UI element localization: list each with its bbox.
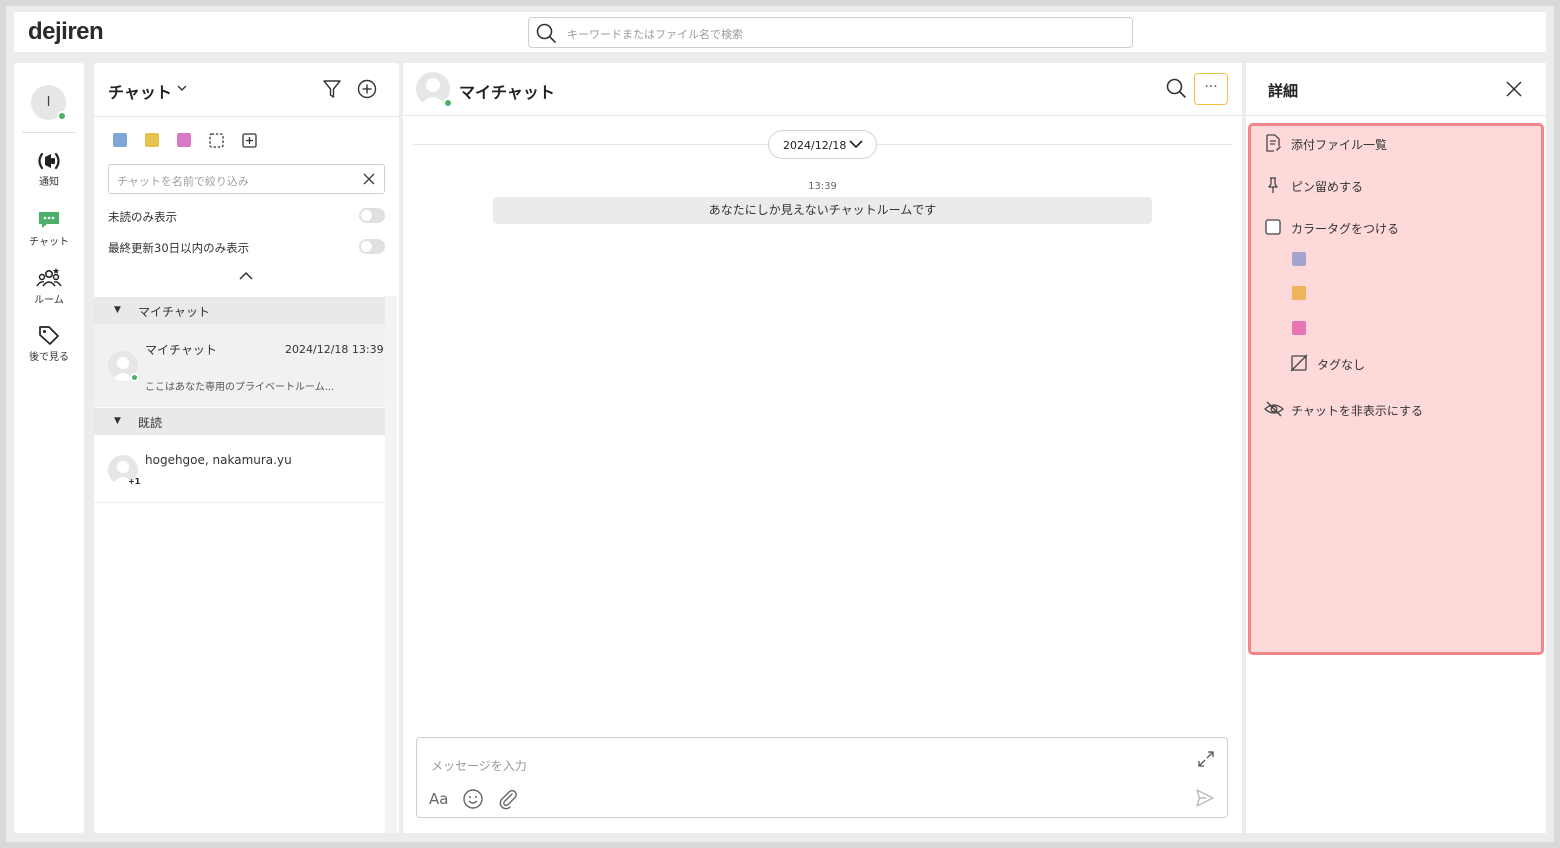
chat-room-title: マイチャット: [459, 83, 555, 102]
chat-list-title[interactable]: チャット: [108, 79, 172, 103]
broadcast-icon: [38, 152, 60, 170]
chat-list-item[interactable]: マイチャット 2024/12/18 13:39 ここはあなた専用のプライベートル…: [94, 324, 385, 407]
toggle-row-unread: 未読のみ表示: [108, 206, 385, 226]
file-list-icon: [1266, 134, 1281, 152]
hide-chat-label: チャットを非表示にする: [1291, 404, 1424, 418]
nav-rail: I 通知 チャット ルーム 後で見る: [14, 63, 84, 833]
nav-item-notifications[interactable]: 通知: [14, 151, 84, 188]
checkbox-icon: [1265, 219, 1281, 235]
text-format-button[interactable]: Aa: [429, 790, 448, 808]
no-tag-filter-icon[interactable]: [209, 133, 224, 148]
system-message: あなたにしか見えないチャットルームです: [493, 197, 1152, 224]
group-header-mychat[interactable]: ▼ マイチャット: [94, 297, 385, 324]
group-header-read[interactable]: ▼ 既読: [94, 408, 385, 435]
color-tag-filter-blue[interactable]: [113, 133, 127, 147]
chevron-up-icon[interactable]: [239, 271, 253, 280]
chat-list-header-divider: [94, 116, 399, 117]
nav-label-notifications: 通知: [39, 177, 59, 188]
nav-label-later: 後で見る: [29, 352, 69, 363]
unread-only-toggle[interactable]: [359, 208, 385, 223]
chat-icon: [39, 212, 59, 228]
chat-name: マイチャット: [145, 343, 217, 357]
expand-icon[interactable]: [1197, 750, 1215, 768]
caret-down-icon: ▼: [114, 305, 121, 315]
attachments-label: 添付ファイル一覧: [1291, 138, 1388, 152]
nav-label-chat: チャット: [29, 237, 69, 248]
caret-down-icon: ▼: [114, 416, 121, 426]
chat-main-panel: マイチャット ··· 2024/12/18 13:39 あなたにしか見えないチャ…: [403, 63, 1242, 833]
color-tag-label: カラータグをつける: [1291, 222, 1400, 236]
close-icon[interactable]: [1505, 80, 1523, 98]
chat-list-item[interactable]: +1 hogehgoe, nakamura.yu: [94, 436, 385, 503]
add-circle-icon[interactable]: [357, 79, 377, 99]
nav-item-later[interactable]: 後で見る: [14, 324, 84, 363]
chat-list-panel: チャット チャットを名前で絞り込み 未読のみ表示 最終更新30日以内のみ表示 ▼…: [94, 63, 399, 833]
color-option-orange[interactable]: [1292, 286, 1306, 300]
people-icon: [36, 268, 62, 287]
user-avatar[interactable]: I: [31, 85, 67, 121]
detail-title: 詳細: [1268, 82, 1299, 100]
detail-header-divider: [1246, 115, 1546, 116]
online-status-dot: [130, 373, 139, 382]
nav-label-rooms: ルーム: [34, 295, 64, 306]
nav-item-rooms[interactable]: ルーム: [14, 267, 84, 306]
search-icon[interactable]: [1165, 77, 1187, 99]
detail-options-highlight: [1248, 123, 1544, 655]
chat-name: hogehgoe, nakamura.yu: [145, 453, 292, 467]
emoji-icon[interactable]: [462, 788, 484, 810]
message-composer[interactable]: メッセージを入力 Aa: [416, 737, 1228, 818]
filter-icon[interactable]: [322, 79, 342, 99]
global-search-input[interactable]: キーワードまたはファイル名で検索: [528, 17, 1133, 48]
date-jump-button[interactable]: 2024/12/18: [768, 130, 877, 159]
search-placeholder: キーワードまたはファイル名で検索: [567, 28, 743, 41]
group-label-read: 既読: [138, 416, 163, 430]
unread-only-label: 未読のみ表示: [108, 210, 177, 224]
color-option-lavender[interactable]: [1292, 252, 1306, 266]
send-icon[interactable]: [1195, 788, 1215, 808]
more-options-button[interactable]: ···: [1194, 73, 1228, 105]
chat-list-scrollbar[interactable]: [385, 296, 397, 833]
chat-name-filter-input[interactable]: チャットを名前で絞り込み: [108, 164, 385, 194]
top-bar: dejiren キーワードまたはファイル名で検索: [14, 12, 1546, 52]
toggle-row-recent: 最終更新30日以内のみ表示: [108, 237, 385, 257]
attachment-icon[interactable]: [497, 788, 519, 810]
nav-item-chat[interactable]: チャット: [14, 209, 84, 248]
online-status-dot: [443, 98, 453, 108]
chat-header-divider: [403, 115, 1242, 116]
color-option-pink[interactable]: [1292, 321, 1306, 335]
recent-only-label: 最終更新30日以内のみ表示: [108, 241, 250, 255]
chat-preview: ここはあなた専用のプライベートルーム...: [145, 382, 335, 393]
tag-icon: [39, 326, 59, 345]
color-tag-filter-pink[interactable]: [177, 133, 191, 147]
user-avatar-initial: I: [46, 95, 51, 110]
no-tag-icon: [1290, 354, 1308, 372]
chevron-down-icon[interactable]: [177, 85, 187, 92]
pin-icon: [1268, 177, 1278, 193]
group-label-mychat: マイチャット: [138, 305, 210, 319]
message-input-placeholder: メッセージを入力: [431, 759, 527, 773]
more-options-icon: ···: [1204, 79, 1218, 95]
eye-off-icon: [1264, 401, 1284, 417]
chat-filter-placeholder: チャットを名前で絞り込み: [117, 175, 249, 188]
rail-divider: [22, 132, 76, 133]
chevron-down-icon: [849, 140, 863, 149]
pin-label: ピン留めする: [1291, 180, 1364, 194]
search-icon: [536, 23, 556, 43]
online-status-dot: [57, 111, 67, 121]
color-tag-filter-yellow[interactable]: [145, 133, 159, 147]
chat-timestamp: 2024/12/18 13:39: [285, 343, 384, 356]
recent-only-toggle[interactable]: [359, 239, 385, 254]
detail-panel: 詳細 添付ファイル一覧 ピン留めする カラータグをつける タグなし チャットを非…: [1246, 63, 1546, 833]
date-label: 2024/12/18: [783, 139, 847, 152]
add-tag-icon[interactable]: [242, 133, 257, 148]
message-timestamp: 13:39: [808, 181, 837, 192]
member-count-badge: +1: [128, 477, 141, 486]
app-logo[interactable]: dejiren: [28, 18, 104, 46]
no-tag-label: タグなし: [1317, 358, 1366, 372]
clear-icon[interactable]: [362, 172, 376, 186]
